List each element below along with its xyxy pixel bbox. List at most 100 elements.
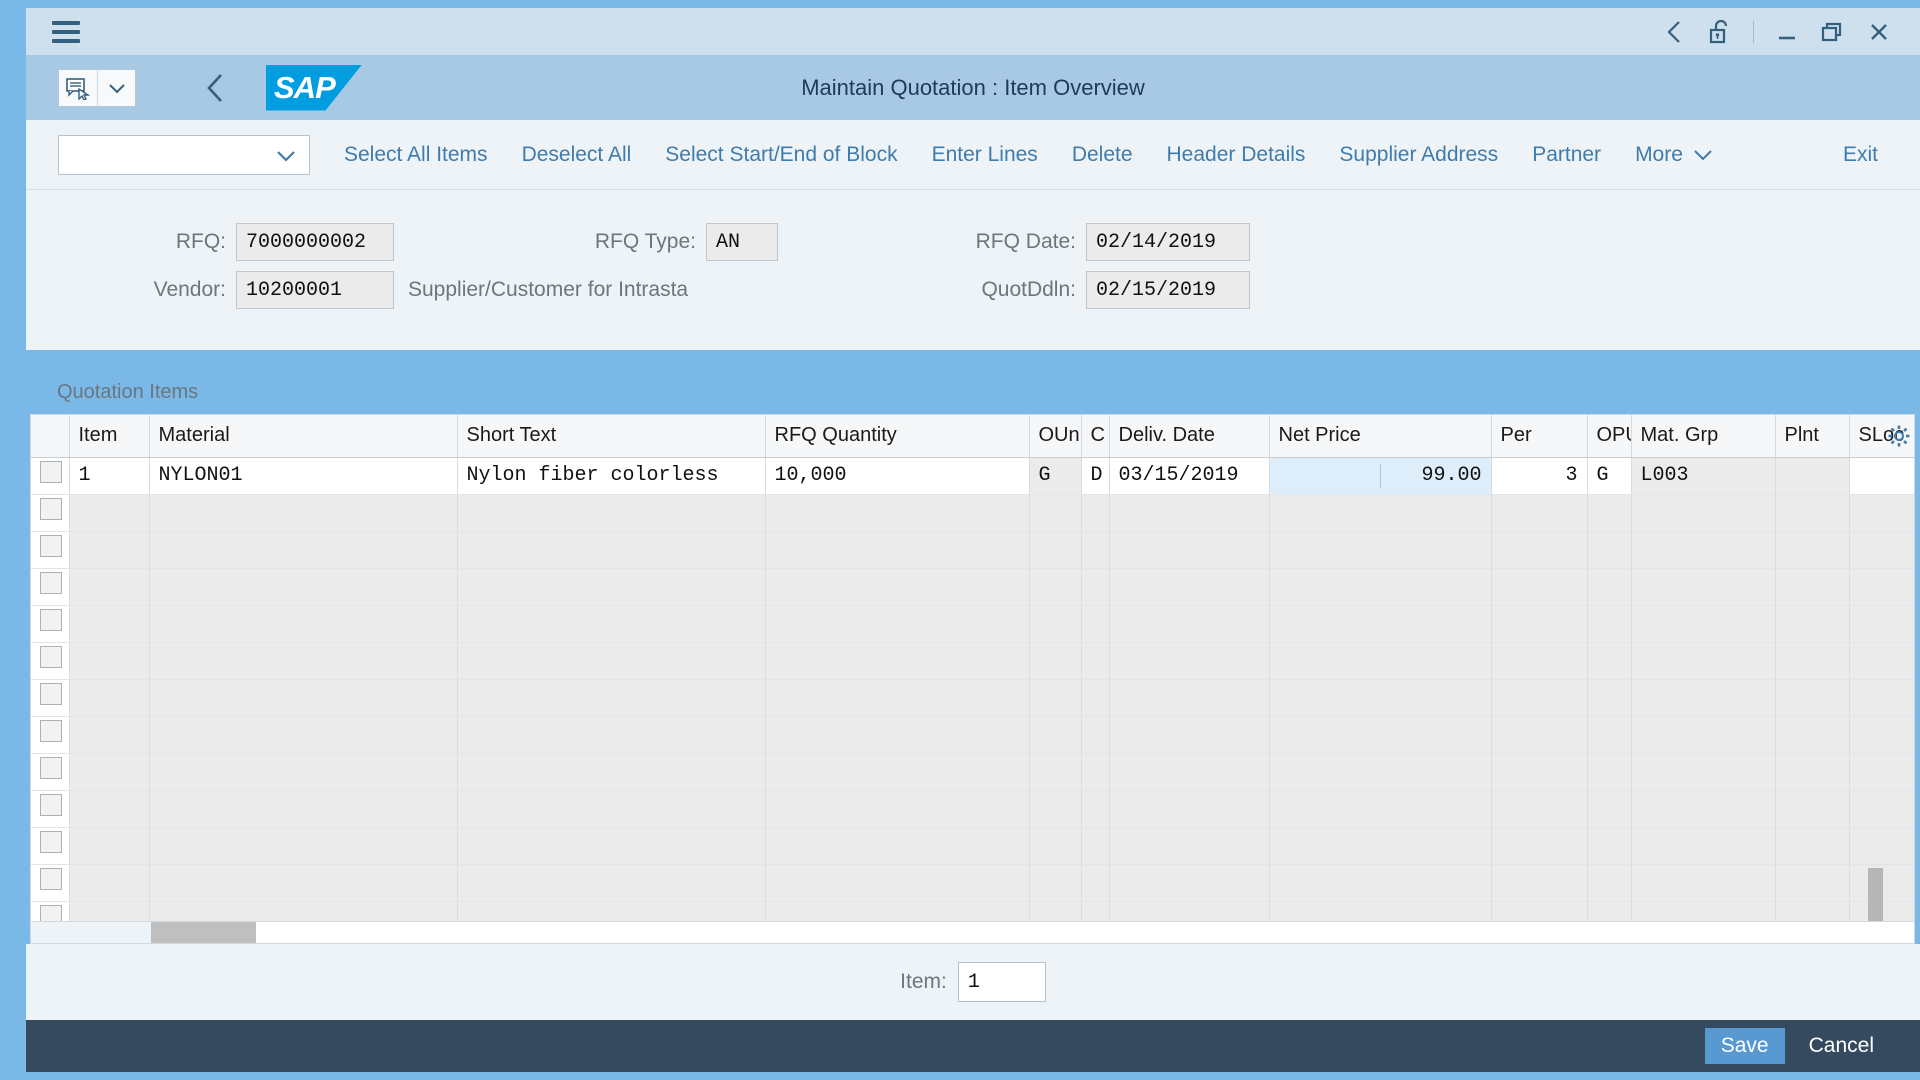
empty-cell[interactable]	[1269, 827, 1491, 864]
empty-cell[interactable]	[1849, 605, 1915, 642]
empty-cell[interactable]	[1631, 901, 1775, 922]
empty-cell[interactable]	[1587, 642, 1631, 679]
empty-cell[interactable]	[149, 901, 457, 922]
empty-cell[interactable]	[1849, 642, 1915, 679]
table-vertical-scrollbar-thumb[interactable]	[1868, 868, 1883, 922]
empty-cell[interactable]	[1631, 790, 1775, 827]
empty-cell[interactable]	[1775, 642, 1849, 679]
scrollbar-thumb[interactable]	[151, 922, 256, 943]
empty-cell[interactable]	[1775, 568, 1849, 605]
cell-per[interactable]: 3	[1491, 457, 1587, 494]
empty-cell[interactable]	[1587, 605, 1631, 642]
row-checkbox[interactable]	[40, 831, 62, 853]
empty-cell[interactable]	[69, 494, 149, 531]
header-c[interactable]: C	[1081, 415, 1109, 457]
empty-cell[interactable]	[1631, 864, 1775, 901]
empty-cell[interactable]	[1081, 605, 1109, 642]
empty-cell[interactable]	[1587, 679, 1631, 716]
empty-cell[interactable]	[1029, 605, 1081, 642]
empty-cell[interactable]	[1775, 864, 1849, 901]
cell-item[interactable]: 1	[69, 457, 149, 494]
empty-cell[interactable]	[1775, 901, 1849, 922]
empty-cell[interactable]	[149, 494, 457, 531]
empty-cell[interactable]	[1029, 716, 1081, 753]
empty-cell[interactable]	[1081, 679, 1109, 716]
empty-cell[interactable]	[1109, 827, 1269, 864]
empty-cell[interactable]	[1029, 790, 1081, 827]
empty-cell[interactable]	[765, 494, 1029, 531]
table-empty-row[interactable]	[31, 901, 1915, 922]
row-select-cell[interactable]	[31, 605, 69, 642]
cell-mat-grp[interactable]: L003	[1631, 457, 1775, 494]
empty-cell[interactable]	[1849, 568, 1915, 605]
empty-cell[interactable]	[1109, 901, 1269, 922]
empty-cell[interactable]	[1029, 568, 1081, 605]
empty-cell[interactable]	[765, 605, 1029, 642]
empty-cell[interactable]	[1269, 753, 1491, 790]
empty-cell[interactable]	[1631, 494, 1775, 531]
row-checkbox[interactable]	[40, 572, 62, 594]
empty-cell[interactable]	[1631, 642, 1775, 679]
empty-cell[interactable]	[1849, 790, 1915, 827]
header-net-price[interactable]: Net Price	[1269, 415, 1491, 457]
empty-cell[interactable]	[1081, 790, 1109, 827]
empty-cell[interactable]	[69, 716, 149, 753]
select-start-end-of-block-button[interactable]: Select Start/End of Block	[665, 143, 897, 167]
empty-cell[interactable]	[1109, 679, 1269, 716]
header-short-text[interactable]: Short Text	[457, 415, 765, 457]
empty-cell[interactable]	[1269, 790, 1491, 827]
unlocked-padlock-icon[interactable]	[1697, 8, 1743, 55]
empty-cell[interactable]	[1491, 679, 1587, 716]
empty-cell[interactable]	[149, 531, 457, 568]
empty-cell[interactable]	[1491, 864, 1587, 901]
empty-cell[interactable]	[1631, 753, 1775, 790]
back-navigation-icon[interactable]	[198, 69, 232, 107]
table-row[interactable]: 1 NYLON01 Nylon fiber colorless 10,000 G…	[31, 457, 1915, 494]
header-opu[interactable]: OPU	[1587, 415, 1631, 457]
select-all-items-button[interactable]: Select All Items	[344, 143, 488, 167]
table-empty-row[interactable]	[31, 494, 1915, 531]
delete-button[interactable]: Delete	[1072, 143, 1133, 167]
empty-cell[interactable]	[457, 494, 765, 531]
empty-cell[interactable]	[1269, 605, 1491, 642]
empty-cell[interactable]	[1631, 679, 1775, 716]
header-plnt[interactable]: Plnt	[1775, 415, 1849, 457]
empty-cell[interactable]	[69, 605, 149, 642]
rfq-type-input[interactable]: AN	[706, 223, 778, 261]
empty-cell[interactable]	[1775, 716, 1849, 753]
empty-cell[interactable]	[1849, 531, 1915, 568]
empty-cell[interactable]	[1491, 605, 1587, 642]
empty-cell[interactable]	[1775, 790, 1849, 827]
empty-cell[interactable]	[1587, 716, 1631, 753]
row-checkbox[interactable]	[40, 498, 62, 520]
row-select-cell[interactable]	[31, 642, 69, 679]
vendor-input[interactable]: 10200001	[236, 271, 394, 309]
empty-cell[interactable]	[1081, 753, 1109, 790]
row-checkbox[interactable]	[40, 794, 62, 816]
empty-cell[interactable]	[1849, 827, 1915, 864]
empty-cell[interactable]	[1109, 494, 1269, 531]
empty-cell[interactable]	[1081, 716, 1109, 753]
empty-cell[interactable]	[1029, 753, 1081, 790]
row-select-cell[interactable]	[31, 827, 69, 864]
empty-cell[interactable]	[1631, 568, 1775, 605]
cell-deliv-date[interactable]: 03/15/2019	[1109, 457, 1269, 494]
scrollbar-track[interactable]	[256, 922, 1914, 943]
empty-cell[interactable]	[1587, 901, 1631, 922]
table-empty-row[interactable]	[31, 753, 1915, 790]
empty-cell[interactable]	[1587, 790, 1631, 827]
empty-cell[interactable]	[1081, 864, 1109, 901]
empty-cell[interactable]	[1631, 605, 1775, 642]
table-empty-row[interactable]	[31, 568, 1915, 605]
empty-cell[interactable]	[1081, 642, 1109, 679]
empty-cell[interactable]	[1269, 864, 1491, 901]
table-empty-row[interactable]	[31, 679, 1915, 716]
empty-cell[interactable]	[457, 531, 765, 568]
empty-cell[interactable]	[1849, 716, 1915, 753]
empty-cell[interactable]	[1775, 605, 1849, 642]
empty-cell[interactable]	[1109, 790, 1269, 827]
partner-button[interactable]: Partner	[1532, 143, 1601, 167]
empty-cell[interactable]	[69, 827, 149, 864]
header-details-button[interactable]: Header Details	[1167, 143, 1306, 167]
row-checkbox[interactable]	[40, 609, 62, 631]
